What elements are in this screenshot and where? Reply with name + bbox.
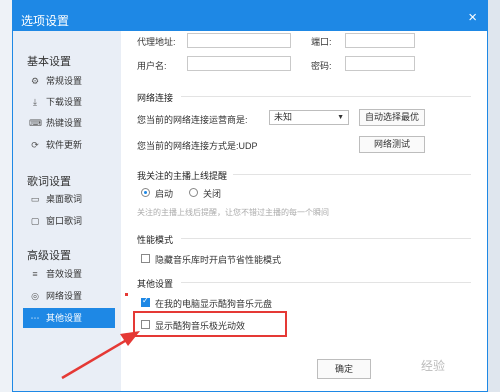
arrow-head — [120, 331, 140, 346]
arrow-shaft — [61, 336, 131, 380]
annotation-arrow — [61, 331, 140, 380]
